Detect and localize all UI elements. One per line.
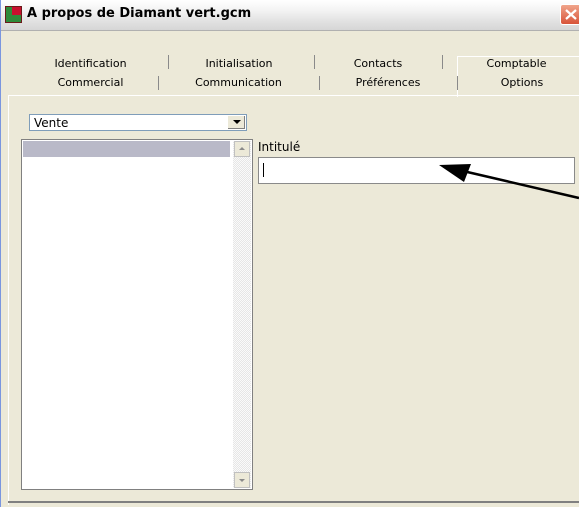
dialog-window: A propos de Diamant vert.gcm Identificat… [0,0,579,507]
annotation-arrow-icon [439,164,579,200]
